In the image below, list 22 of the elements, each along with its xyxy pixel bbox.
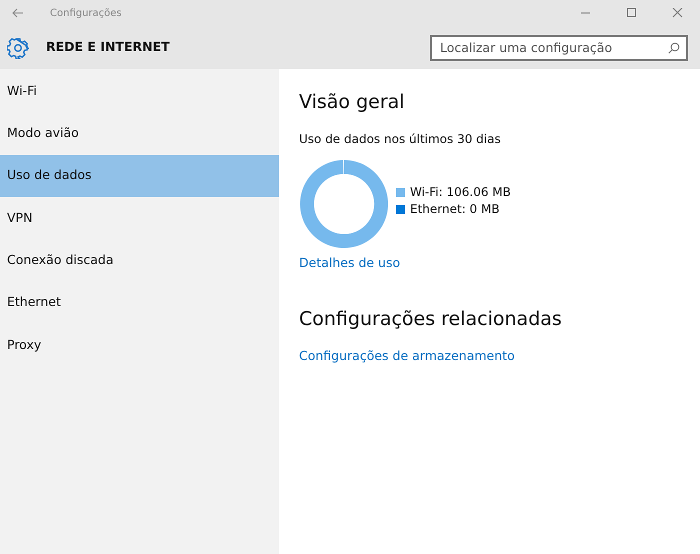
sidebar-item[interactable]: Wi-Fi (0, 70, 279, 112)
sidebar-item[interactable]: Proxy (0, 324, 279, 366)
section-heading: Configurações relacionadas (299, 308, 563, 331)
legend-label: Wi-Fi: 106.06 MB (410, 184, 511, 201)
search-icon (668, 42, 680, 54)
maximize-icon (626, 8, 636, 18)
sidebar-item[interactable]: Uso de dados (0, 154, 279, 197)
legend-label: Ethernet: 0 MB (410, 200, 500, 218)
chart-subtitle: Uso de dados nos últimos 30 dias (299, 130, 502, 148)
sidebar-item[interactable]: Conexão discada (0, 239, 279, 282)
sidebar-item[interactable]: Modo avião (0, 112, 279, 155)
section-heading: Visão geral (299, 91, 406, 114)
sidebar-item[interactable]: VPN (0, 196, 279, 240)
settings-icon (7, 36, 29, 58)
close-icon (672, 8, 682, 18)
sidebar-item[interactable]: Ethernet (0, 281, 279, 324)
usage-details-link[interactable]: Detalhes de uso (299, 254, 400, 273)
search-field[interactable]: Localizar uma configuração (430, 34, 688, 60)
back-icon (12, 8, 24, 18)
settings-link[interactable]: Configurações de armazenamento (299, 346, 515, 366)
section-title: REDE E INTERNET (46, 38, 170, 56)
window-title: Configurações (50, 6, 122, 20)
